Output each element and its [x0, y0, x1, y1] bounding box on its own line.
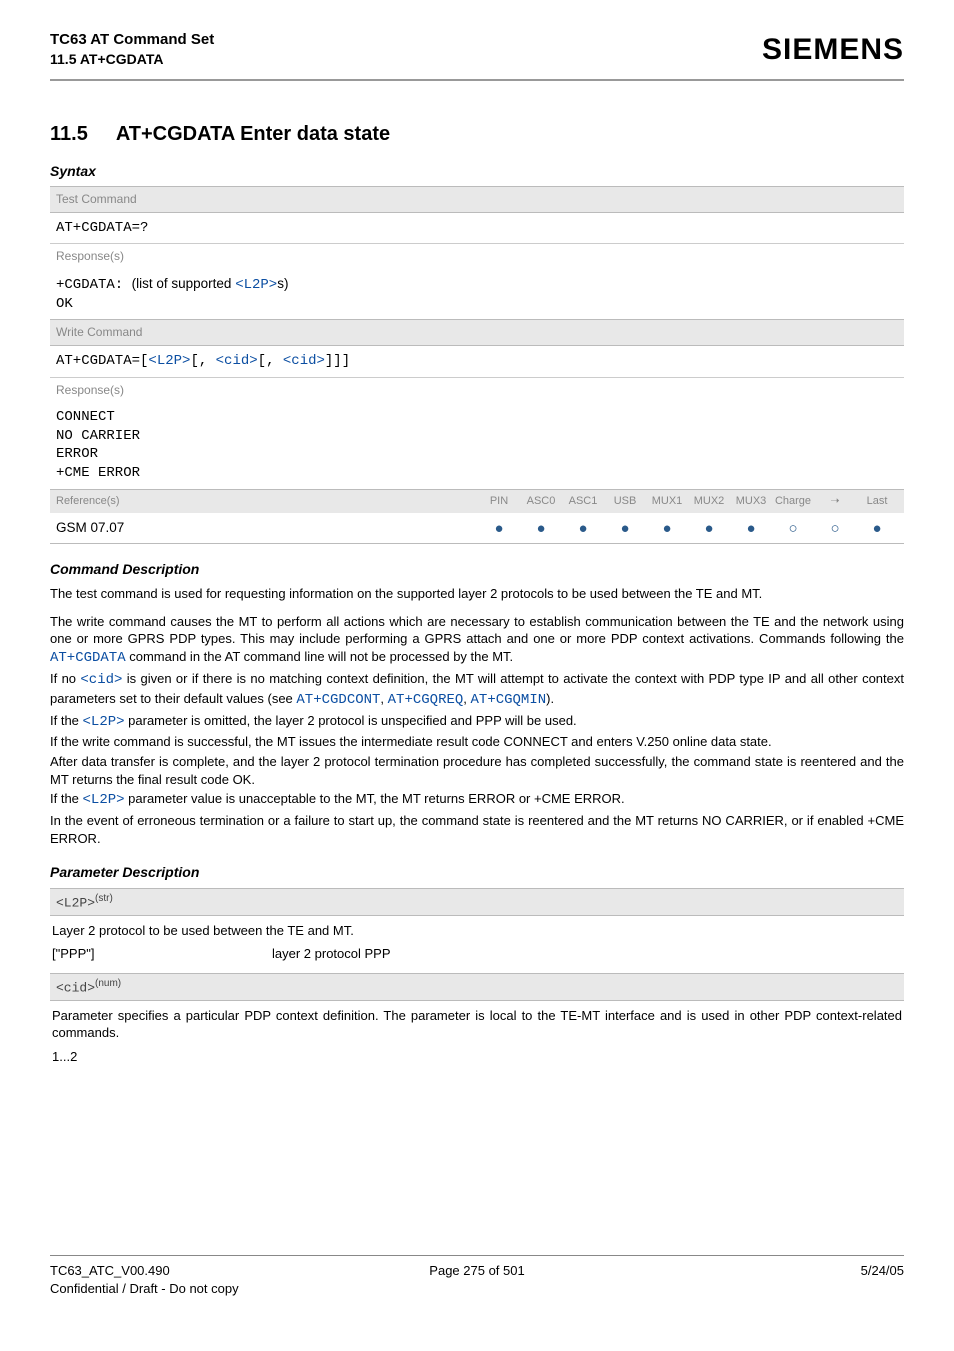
airplane-icon: ➝ [814, 494, 856, 509]
text: If the [50, 713, 83, 728]
doc-sub: 11.5 AT+CGDATA [50, 50, 214, 69]
test-resp-mid: (list of supported [132, 276, 236, 291]
text: If no [50, 671, 80, 686]
cid-param-name[interactable]: <cid> [56, 980, 95, 995]
footer-left1: TC63_ATC_V00.490 [50, 1262, 239, 1280]
syntax-heading: Syntax [50, 162, 904, 181]
write-command: AT+CGDATA=[<L2P>[, <cid>[, <cid>]]] [50, 346, 904, 377]
ref-col-usb: USB [604, 494, 646, 509]
test-resp-ok: OK [56, 295, 898, 314]
text: command in the AT command line will not … [126, 649, 514, 664]
reference-label: Reference(s) [56, 494, 478, 509]
ref-col-mux1: MUX1 [646, 494, 688, 509]
cid-range: 1...2 [52, 1048, 902, 1066]
cid-link[interactable]: <cid> [283, 353, 325, 369]
write-cmd-mid1: [, [190, 353, 215, 369]
ref-dot: ● [730, 521, 772, 536]
test-command: AT+CGDATA=? [50, 213, 904, 244]
section-number: 11.5 [50, 121, 88, 148]
ref-col-asc1: ASC1 [562, 494, 604, 509]
cmd-desc-p1: The test command is used for requesting … [50, 585, 904, 603]
atcgqreq-link[interactable]: AT+CGQREQ [388, 692, 464, 708]
cmd-desc-p5: If the write command is successful, the … [50, 733, 904, 751]
write-command-label: Write Command [50, 319, 904, 345]
write-cmd-suffix: ]]] [325, 353, 350, 369]
reference-table: Reference(s) PIN ASC0 ASC1 USB MUX1 MUX2… [50, 489, 904, 544]
header-rule [50, 79, 904, 81]
write-resp-line: ERROR [56, 445, 898, 464]
text: The write command causes the MT to perfo… [50, 614, 904, 647]
l2p-key: ["PPP"] [52, 945, 272, 963]
section-title: 11.5 AT+CGDATA Enter data state [50, 121, 904, 148]
test-resp-prefix: +CGDATA: [56, 277, 132, 293]
l2p-link[interactable]: <L2P> [235, 277, 277, 293]
write-resp-line: +CME ERROR [56, 464, 898, 483]
text: ). [546, 691, 554, 706]
write-response: CONNECT NO CARRIER ERROR +CME ERROR [50, 402, 904, 490]
ref-dot: ● [478, 521, 520, 536]
test-resp-suffix: s) [277, 276, 288, 291]
cmd-desc-p4: If the <L2P> parameter is omitted, the l… [50, 712, 904, 732]
l2p-val: layer 2 protocol PPP [272, 945, 902, 963]
ref-col-asc0: ASC0 [520, 494, 562, 509]
write-response-label: Response(s) [50, 377, 904, 402]
l2p-link[interactable]: <L2P> [83, 714, 125, 730]
write-resp-line: CONNECT [56, 408, 898, 427]
l2p-desc: Layer 2 protocol to be used between the … [52, 922, 902, 940]
footer-left2: Confidential / Draft - Do not copy [50, 1280, 239, 1298]
cmd-desc-p6: After data transfer is complete, and the… [50, 753, 904, 788]
l2p-link[interactable]: <L2P> [83, 792, 125, 808]
cmd-desc-heading: Command Description [50, 560, 904, 579]
write-resp-line: NO CARRIER [56, 427, 898, 446]
ref-dot: ○ [772, 521, 814, 536]
ref-col-last: Last [856, 494, 898, 509]
param-l2p-head: <L2P>(str) [50, 888, 904, 916]
cid-link[interactable]: <cid> [80, 672, 122, 688]
ref-dot: ● [520, 521, 562, 536]
ref-dot: ● [646, 521, 688, 536]
test-command-label: Test Command [50, 186, 904, 212]
ref-col-mux3: MUX3 [730, 494, 772, 509]
cid-desc: Parameter specifies a particular PDP con… [52, 1007, 902, 1042]
atcgdcont-link[interactable]: AT+CGDCONT [296, 692, 380, 708]
atcgdata-link[interactable]: AT+CGDATA [50, 650, 126, 666]
test-response-label: Response(s) [50, 243, 904, 268]
ref-col-pin: PIN [478, 494, 520, 509]
page-header: TC63 AT Command Set 11.5 AT+CGDATA SIEME… [50, 30, 904, 79]
ref-col-mux2: MUX2 [688, 494, 730, 509]
cid-link[interactable]: <cid> [216, 353, 258, 369]
cmd-desc-p8: In the event of erroneous termination or… [50, 812, 904, 847]
cmd-desc-p3: If no <cid> is given or if there is no m… [50, 670, 904, 710]
ref-dot: ○ [814, 521, 856, 536]
write-cmd-mid2: [, [258, 353, 283, 369]
doc-title: TC63 AT Command Set [50, 30, 214, 50]
text: parameter is omitted, the layer 2 protoc… [125, 713, 577, 728]
write-cmd-prefix: AT+CGDATA=[ [56, 353, 148, 369]
brand-logo: SIEMENS [762, 30, 904, 71]
l2p-param-name[interactable]: <L2P> [56, 895, 95, 910]
section-name: AT+CGDATA Enter data state [116, 123, 390, 145]
cid-type: (num) [95, 978, 121, 989]
ref-dot: ● [856, 521, 898, 536]
l2p-type: (str) [95, 893, 113, 904]
footer-right: 5/24/05 [861, 1262, 904, 1297]
ref-dot: ● [688, 521, 730, 536]
footer-center: Page 275 of 501 [429, 1262, 524, 1280]
reference-row-label: GSM 07.07 [56, 519, 478, 537]
l2p-link[interactable]: <L2P> [148, 353, 190, 369]
ref-dot: ● [562, 521, 604, 536]
atcgqmin-link[interactable]: AT+CGQMIN [471, 692, 547, 708]
cmd-desc-p2: The write command causes the MT to perfo… [50, 613, 904, 668]
test-response: +CGDATA: (list of supported <L2P>s) OK [50, 269, 904, 320]
text: , [380, 691, 387, 706]
ref-dot: ● [604, 521, 646, 536]
page-footer: TC63_ATC_V00.490 Confidential / Draft - … [50, 1255, 904, 1297]
text: If the [50, 791, 83, 806]
text: parameter value is unacceptable to the M… [125, 791, 625, 806]
param-heading: Parameter Description [50, 863, 904, 882]
ref-col-charge: Charge [772, 494, 814, 509]
param-cid-head: <cid>(num) [50, 973, 904, 1001]
cmd-desc-p7: If the <L2P> parameter value is unaccept… [50, 790, 904, 810]
text: , [463, 691, 470, 706]
